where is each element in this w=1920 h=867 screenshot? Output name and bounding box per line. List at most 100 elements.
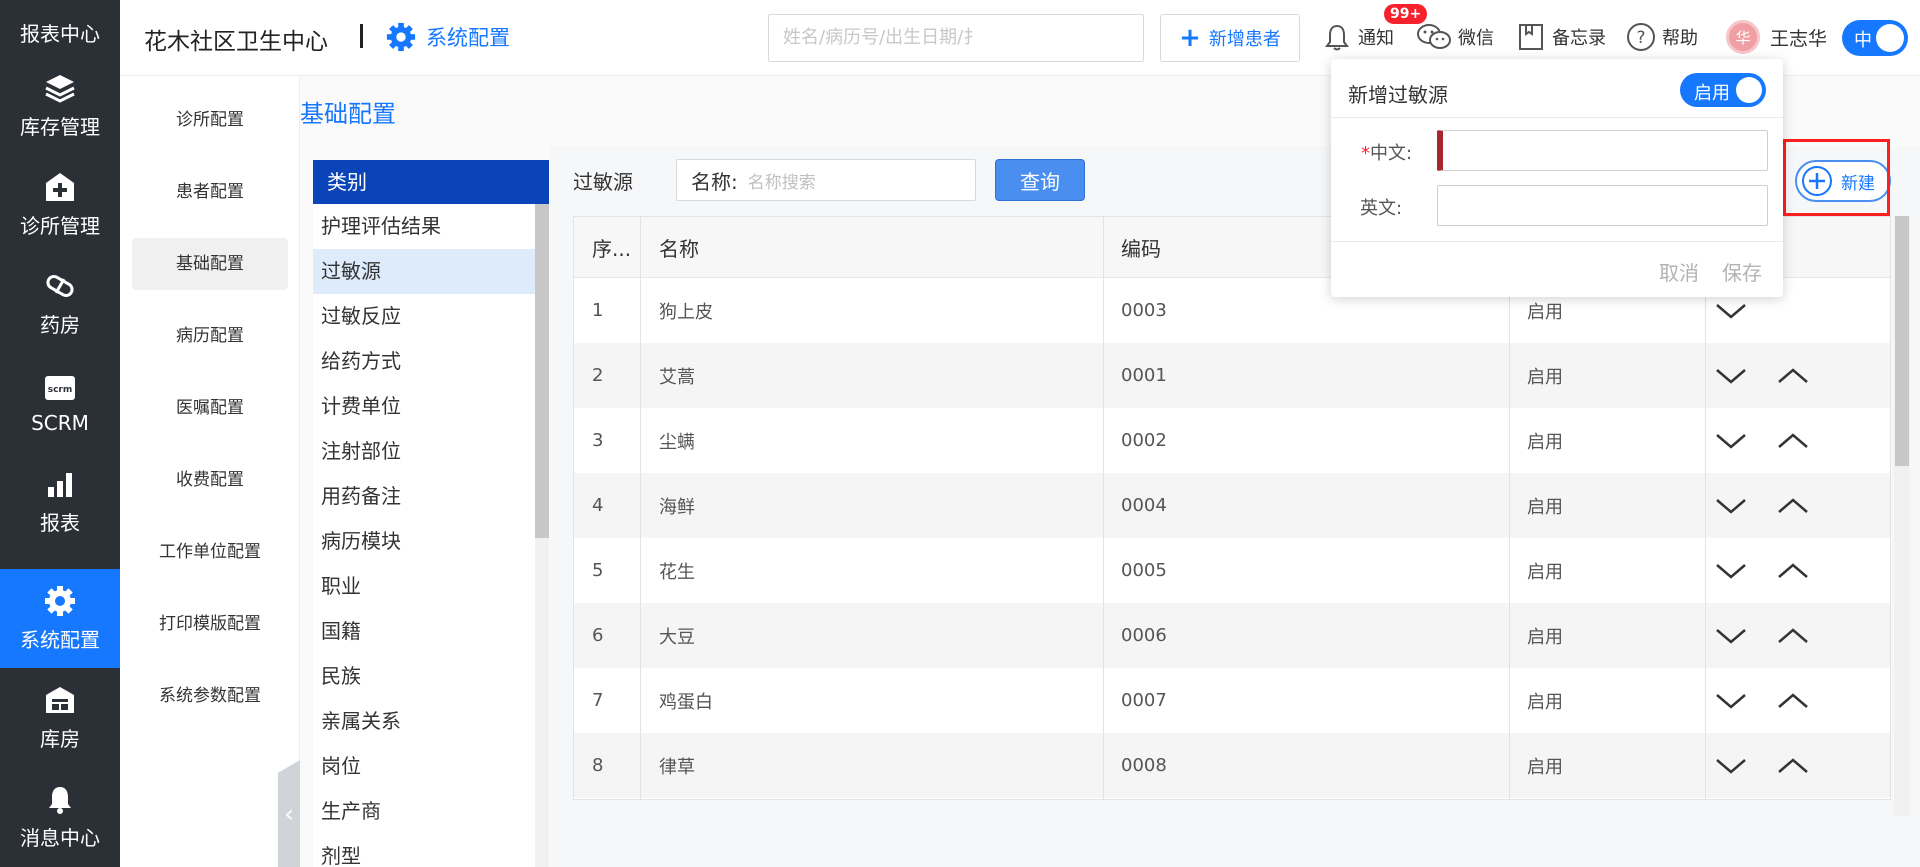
category-item[interactable]: 计费单位 — [313, 384, 535, 429]
column-divider — [1705, 217, 1706, 799]
subnav-clinic-config[interactable]: 诊所配置 — [132, 94, 288, 146]
english-name-label: 英文: — [1360, 198, 1403, 219]
nav-item-inventory[interactable]: 库存管理 — [0, 56, 120, 155]
svg-text:scrm: scrm — [48, 385, 73, 395]
memo-icon — [1519, 24, 1543, 50]
page-title: 基础配置 — [300, 100, 396, 128]
nav-item-scrm[interactable]: scrm SCRM — [0, 353, 120, 452]
subnav-print-template-config[interactable]: 打印模版配置 — [132, 598, 288, 650]
toggle-knob — [1876, 24, 1904, 52]
avatar[interactable]: 华 — [1726, 20, 1760, 54]
nav-item-warehouse[interactable]: 库房 — [0, 668, 120, 767]
new-allergen-button[interactable]: 新建 — [1795, 160, 1891, 202]
chevron-left-icon: ‹ — [284, 799, 294, 828]
row-no: 6 — [592, 625, 604, 646]
move-up-icon[interactable] — [1776, 495, 1810, 517]
table-row[interactable]: 6 大豆 0006 启用 — [574, 603, 1890, 668]
name-search-placeholder: 名称搜索 — [747, 172, 816, 193]
move-down-icon[interactable] — [1714, 625, 1748, 647]
table-row[interactable]: 3 尘螨 0002 启用 — [574, 408, 1890, 473]
scrollbar-thumb[interactable] — [535, 204, 549, 538]
nav-item-clinic-mgmt[interactable]: 诊所管理 — [0, 155, 120, 254]
move-up-icon[interactable] — [1776, 560, 1810, 582]
enable-toggle[interactable]: 启用 — [1680, 73, 1766, 107]
column-header-no[interactable]: 序... — [574, 217, 641, 277]
category-item[interactable]: 用药备注 — [313, 474, 535, 519]
category-item[interactable]: 亲属关系 — [313, 699, 535, 744]
move-up-icon[interactable] — [1776, 755, 1810, 777]
subnav-patient-config[interactable]: 患者配置 — [132, 166, 288, 218]
category-header: 类别 — [313, 160, 549, 204]
move-down-icon[interactable] — [1714, 300, 1748, 322]
save-button[interactable]: 保存 — [1722, 257, 1762, 286]
english-name-input[interactable] — [1437, 185, 1768, 226]
username[interactable]: 王志华 — [1770, 24, 1827, 51]
move-down-icon[interactable] — [1714, 495, 1748, 517]
move-down-icon[interactable] — [1714, 755, 1748, 777]
memo-button[interactable]: 备忘录 — [1516, 22, 1606, 52]
category-scrollbar[interactable] — [535, 204, 549, 867]
row-no: 1 — [592, 300, 604, 321]
subnav-system-params-config[interactable]: 系统参数配置 — [132, 670, 288, 722]
move-down-icon[interactable] — [1714, 690, 1748, 712]
table-row[interactable]: 2 艾蒿 0001 启用 — [574, 343, 1890, 408]
category-item[interactable]: 民族 — [313, 654, 535, 699]
subnav-workunit-config[interactable]: 工作单位配置 — [132, 526, 288, 578]
category-item[interactable]: 职业 — [313, 564, 535, 609]
category-item[interactable]: 给药方式 — [313, 339, 535, 384]
wechat-icon — [1417, 24, 1451, 49]
nav-item-system-config[interactable]: 系统配置 — [0, 569, 120, 668]
wechat-button[interactable]: 微信 — [1416, 22, 1494, 52]
category-item[interactable]: 国籍 — [313, 609, 535, 654]
language-toggle[interactable]: 中 — [1842, 20, 1908, 56]
chinese-name-input[interactable] — [1437, 130, 1768, 171]
move-up-icon[interactable] — [1776, 690, 1810, 712]
notify-button[interactable]: 通知 — [1322, 22, 1394, 52]
column-divider — [640, 217, 641, 799]
category-item[interactable]: 过敏反应 — [313, 294, 535, 339]
move-down-icon[interactable] — [1714, 430, 1748, 452]
new-patient-button[interactable]: + 新增患者 — [1160, 14, 1300, 62]
table-row[interactable]: 8 律草 0008 启用 — [574, 733, 1890, 798]
collapse-sidebar-handle[interactable]: ‹ — [278, 760, 300, 867]
category-item[interactable]: 剂型 — [313, 834, 535, 867]
current-section[interactable]: 系统配置 — [386, 22, 510, 52]
category-item[interactable]: 护理评估结果 — [313, 204, 535, 249]
move-down-icon[interactable] — [1714, 560, 1748, 582]
nav-item-message-center[interactable]: 消息中心 — [0, 767, 120, 866]
bar-chart-icon — [43, 467, 77, 501]
table-row[interactable]: 4 海鲜 0004 启用 — [574, 473, 1890, 538]
move-up-icon[interactable] — [1776, 625, 1810, 647]
category-item[interactable]: 岗位 — [313, 744, 535, 789]
category-item-selected[interactable]: 过敏源 — [313, 249, 535, 294]
table-row[interactable]: 5 花生 0005 启用 — [574, 538, 1890, 603]
subnav-order-config[interactable]: 医嘱配置 — [132, 382, 288, 434]
column-header-name[interactable]: 名称 — [641, 217, 1103, 277]
table-scrollbar[interactable] — [1894, 216, 1910, 816]
subnav-basic-config[interactable]: 基础配置 — [132, 238, 288, 290]
new-allergen-label: 新建 — [1841, 173, 1875, 194]
table-row[interactable]: 7 鸡蛋白 0007 启用 — [574, 668, 1890, 733]
help-button[interactable]: ? 帮助 — [1626, 22, 1698, 52]
move-up-icon[interactable] — [1776, 430, 1810, 452]
subnav-billing-config[interactable]: 收费配置 — [132, 454, 288, 506]
move-up-icon[interactable] — [1776, 365, 1810, 387]
category-panel: 类别 护理评估结果 过敏源 过敏反应 给药方式 计费单位 注射部位 用药备注 病… — [313, 160, 549, 867]
row-status: 启用 — [1527, 496, 1563, 518]
category-item[interactable]: 生产商 — [313, 789, 535, 834]
cancel-button[interactable]: 取消 — [1659, 257, 1699, 286]
scrollbar-thumb[interactable] — [1895, 216, 1909, 466]
nav-item-report-center[interactable]: 报表中心 — [0, 0, 120, 55]
row-name: 艾蒿 — [659, 366, 695, 388]
name-search-input[interactable]: 名称: 名称搜索 — [676, 159, 976, 201]
category-item[interactable]: 病历模块 — [313, 519, 535, 564]
row-code: 0001 — [1121, 365, 1167, 386]
move-down-icon[interactable] — [1714, 365, 1748, 387]
row-name: 花生 — [659, 561, 695, 583]
subnav-record-config[interactable]: 病历配置 — [132, 310, 288, 362]
nav-item-pharmacy[interactable]: 药房 — [0, 254, 120, 353]
query-button[interactable]: 查询 — [995, 159, 1085, 201]
nav-item-reports[interactable]: 报表 — [0, 452, 120, 551]
category-item[interactable]: 注射部位 — [313, 429, 535, 474]
patient-search-input[interactable]: 姓名/病历号/出生日期/扌 — [768, 14, 1144, 62]
